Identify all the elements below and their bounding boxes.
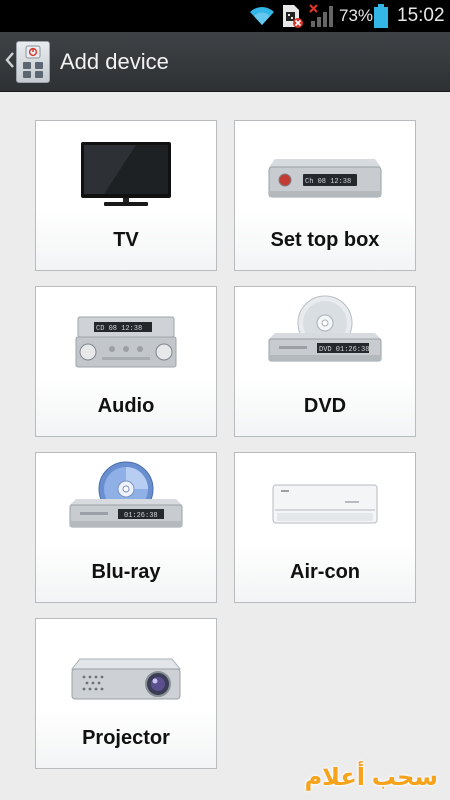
tv-icon bbox=[36, 121, 216, 217]
device-label: Air-con bbox=[290, 561, 360, 583]
device-tile-projector[interactable]: Projector bbox=[35, 618, 217, 769]
battery-icon bbox=[373, 0, 389, 32]
set-top-box-icon: Ch 08 12:38 bbox=[235, 121, 415, 217]
device-tile-tv[interactable]: TV bbox=[35, 120, 217, 271]
no-signal-icon bbox=[308, 0, 336, 32]
device-tile-air-con[interactable]: Air-con bbox=[234, 452, 416, 603]
device-tile-dvd[interactable]: DVD 01:26:38 DVD bbox=[234, 286, 416, 437]
blu-ray-display-text: 01:26:38 bbox=[124, 512, 158, 520]
remote-app-icon[interactable] bbox=[16, 41, 50, 83]
dvd-display-text: DVD 01:26:38 bbox=[319, 346, 369, 354]
device-label: DVD bbox=[303, 395, 347, 417]
stb-display-text: Ch 08 12:38 bbox=[305, 178, 351, 186]
audio-display-text: CD 08 12:38 bbox=[96, 325, 142, 333]
device-label: Projector bbox=[82, 727, 170, 749]
air-con-icon bbox=[235, 453, 415, 549]
page-title: Add device bbox=[60, 49, 169, 74]
action-bar: Add device bbox=[0, 32, 450, 92]
wifi-icon bbox=[248, 0, 276, 32]
device-tile-blu-ray[interactable]: 01:26:38 Blu-ray bbox=[35, 452, 217, 603]
blu-ray-icon: 01:26:38 bbox=[36, 453, 216, 549]
sim-missing-icon bbox=[280, 0, 304, 32]
device-label: Blu-ray bbox=[91, 561, 161, 583]
status-bar: 73% 15:02 bbox=[0, 0, 450, 32]
device-grid: TV Ch 08 12:38 Set top box CD 08 12:38 A… bbox=[0, 92, 450, 800]
device-tile-set-top-box[interactable]: Ch 08 12:38 Set top box bbox=[234, 120, 416, 271]
clock: 15:02 bbox=[397, 5, 445, 26]
site-watermark: سحب أعلام bbox=[304, 764, 438, 791]
device-label: TV bbox=[113, 229, 139, 251]
device-label: Audio bbox=[97, 395, 155, 417]
projector-icon bbox=[36, 619, 216, 715]
device-tile-audio[interactable]: CD 08 12:38 Audio bbox=[35, 286, 217, 437]
device-label: Set top box bbox=[270, 229, 380, 251]
dvd-icon: DVD 01:26:38 bbox=[235, 287, 415, 383]
audio-icon: CD 08 12:38 bbox=[36, 287, 216, 383]
battery-percent: 73% bbox=[339, 6, 374, 25]
